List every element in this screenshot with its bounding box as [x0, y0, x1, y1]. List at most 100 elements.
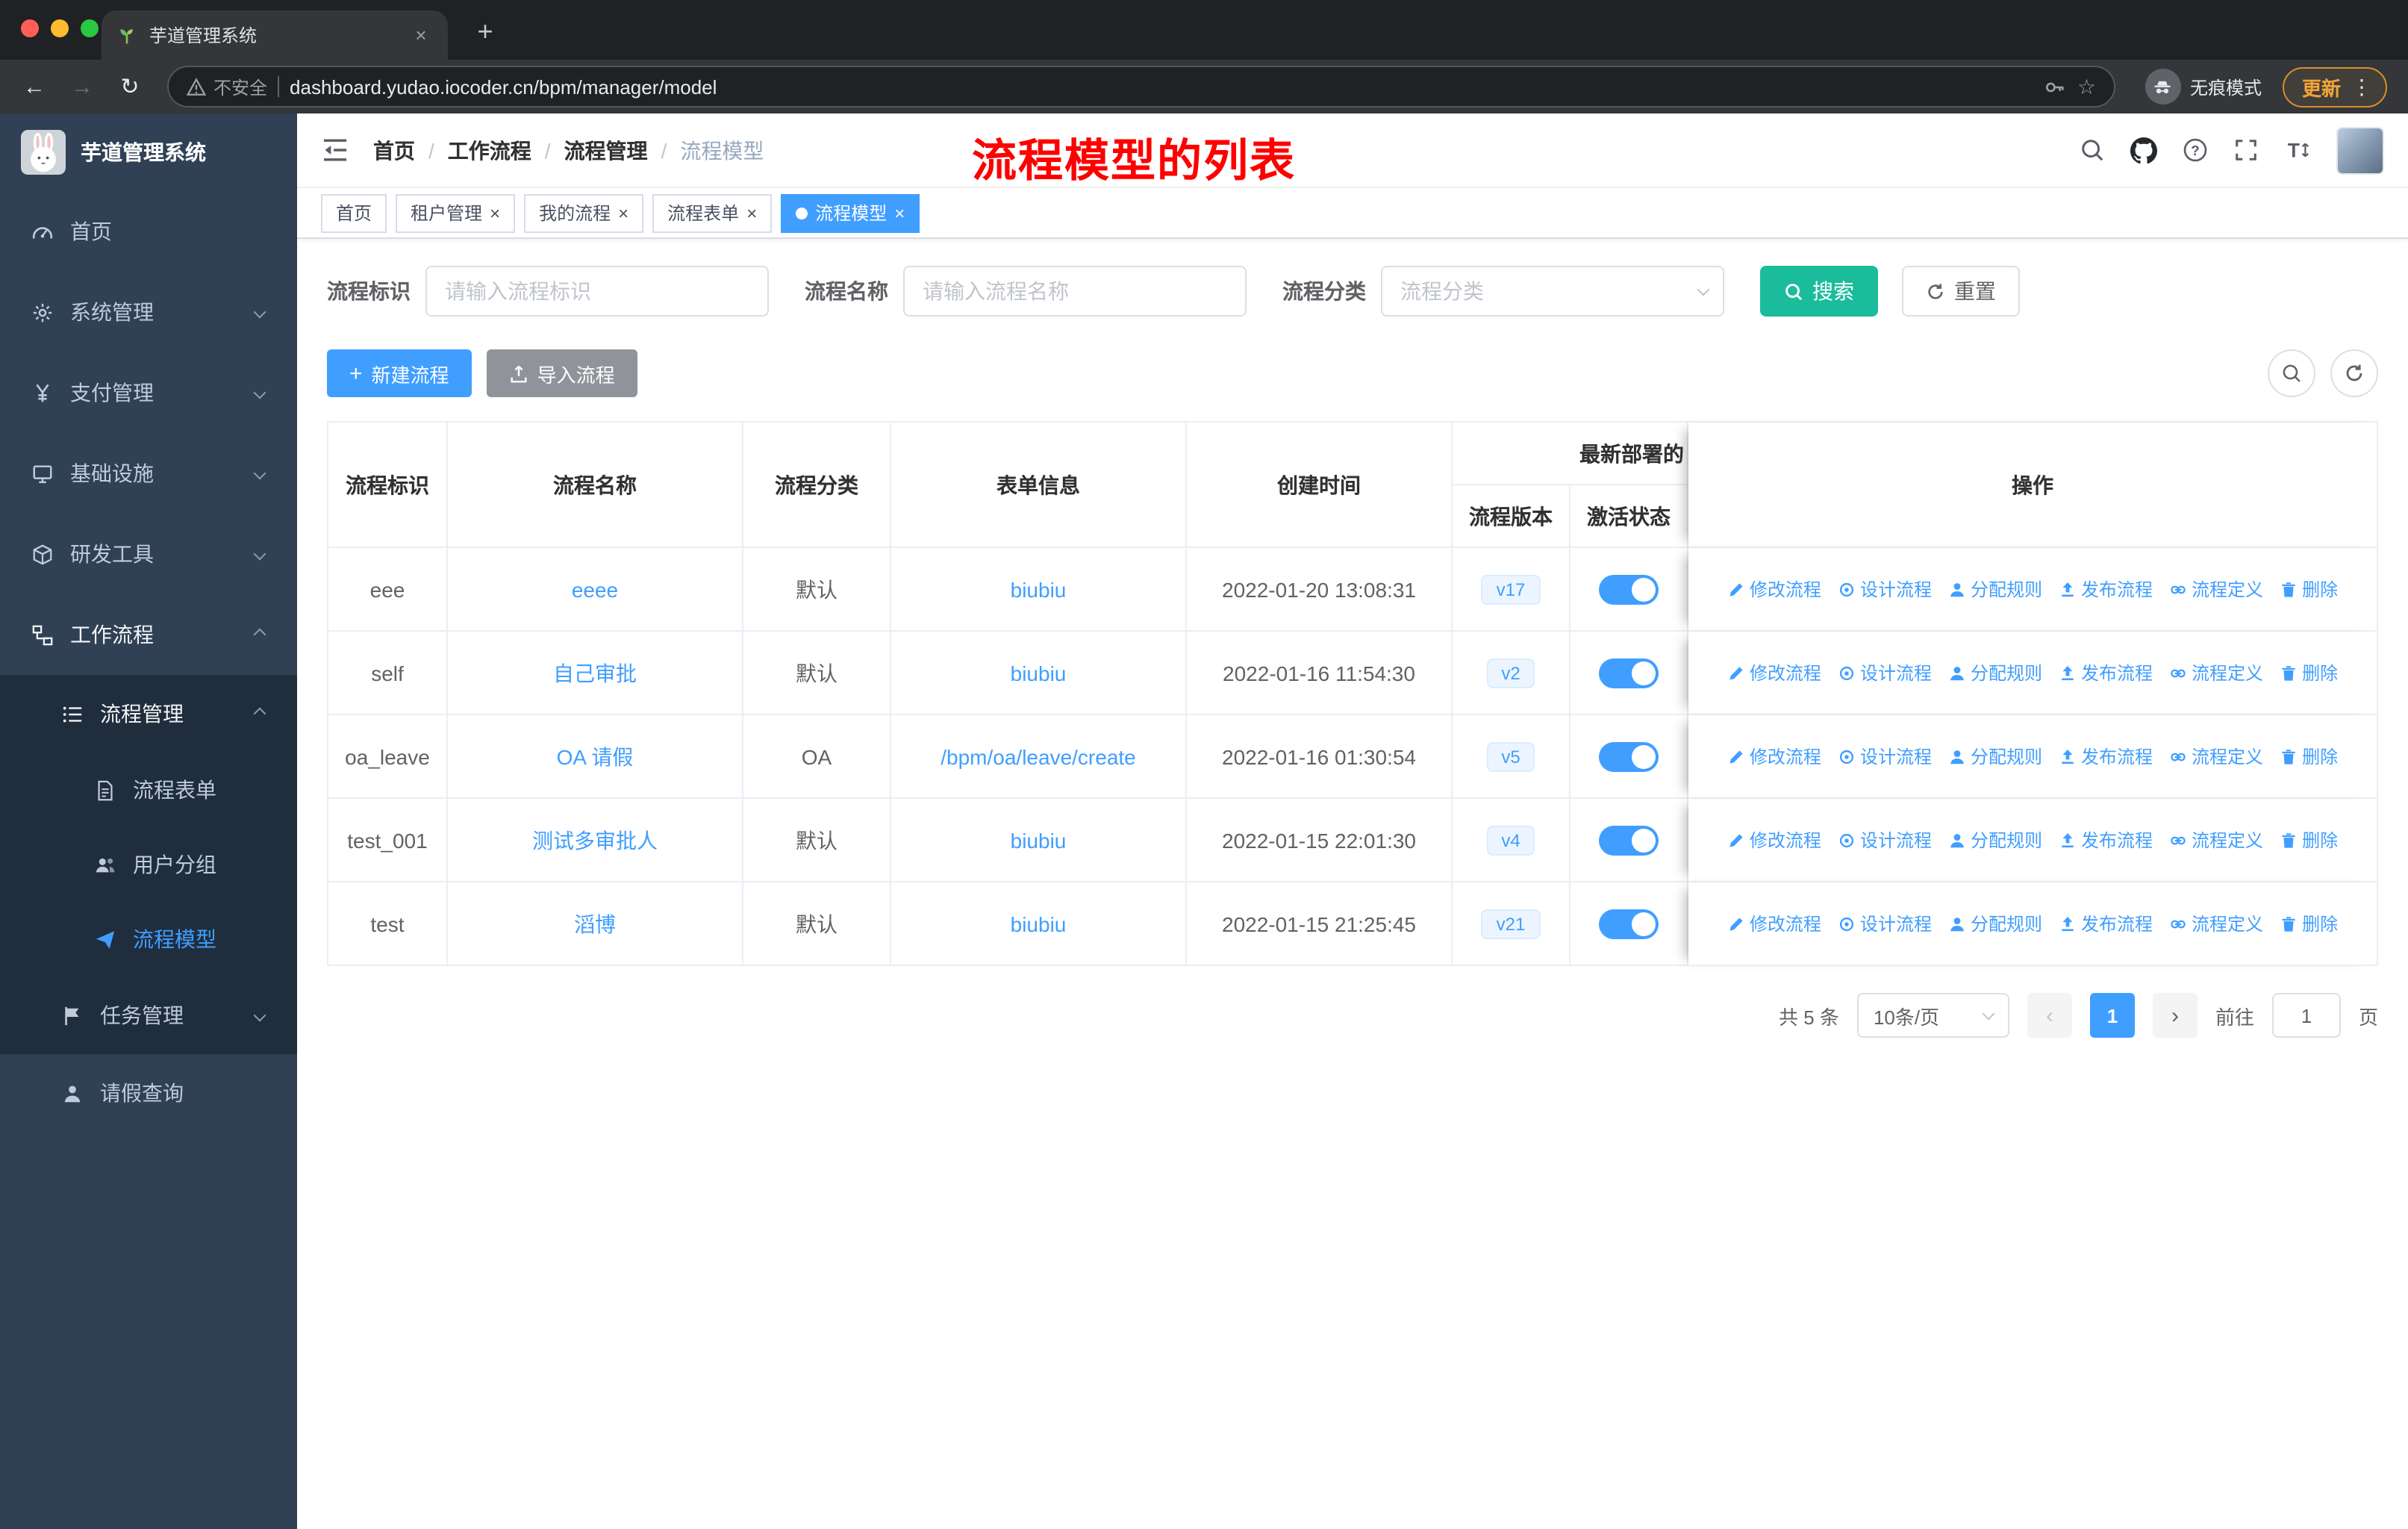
sidebar-item-task-mgmt[interactable]: 任务管理	[0, 977, 297, 1054]
page-number-button[interactable]: 1	[2089, 993, 2135, 1038]
reset-button[interactable]: 重置	[1902, 266, 2020, 317]
sidebar-item-process-mgmt[interactable]: 流程管理	[0, 675, 297, 753]
action-assign-rule[interactable]: 分配规则	[1948, 911, 2042, 936]
action-edit-process[interactable]: 修改流程	[1727, 576, 1821, 602]
sidebar-item-devtools[interactable]: 研发工具	[0, 514, 297, 594]
action-assign-rule[interactable]: 分配规则	[1948, 660, 2042, 685]
create-process-button[interactable]: + 新建流程	[327, 349, 472, 397]
tag-close-icon[interactable]: ×	[490, 204, 500, 222]
breadcrumb-item[interactable]: 工作流程	[448, 135, 531, 165]
tag-home[interactable]: 首页	[321, 193, 387, 232]
model-name-link[interactable]: OA 请假	[557, 744, 634, 768]
action-design-process[interactable]: 设计流程	[1838, 911, 1932, 936]
action-assign-rule[interactable]: 分配规则	[1948, 576, 2042, 602]
action-delete[interactable]: 删除	[2280, 576, 2338, 602]
active-toggle[interactable]	[1599, 574, 1659, 604]
action-edit-process[interactable]: 修改流程	[1727, 827, 1821, 853]
bookmark-star-icon[interactable]: ☆	[2077, 74, 2096, 99]
fullscreen-icon[interactable]	[2233, 137, 2259, 163]
action-design-process[interactable]: 设计流程	[1838, 576, 1932, 602]
sidebar-item-payment[interactable]: 支付管理	[0, 352, 297, 433]
search-button[interactable]: 搜索	[1760, 266, 1878, 317]
action-assign-rule[interactable]: 分配规则	[1948, 744, 2042, 769]
action-assign-rule[interactable]: 分配规则	[1948, 827, 2042, 853]
tag-process-form[interactable]: 流程表单 ×	[652, 193, 773, 232]
github-icon[interactable]	[2130, 137, 2157, 164]
action-design-process[interactable]: 设计流程	[1838, 744, 1932, 769]
maximize-window-button[interactable]	[81, 19, 99, 37]
action-publish-process[interactable]: 发布流程	[2059, 576, 2153, 602]
sidebar-item-infra[interactable]: 基础设施	[0, 433, 297, 514]
process-name-input[interactable]	[903, 266, 1247, 317]
reload-icon[interactable]: ↻	[110, 67, 149, 106]
sidebar-collapse-icon[interactable]	[321, 137, 349, 163]
goto-page-input[interactable]	[2271, 993, 2341, 1038]
action-process-definition[interactable]: 流程定义	[2169, 911, 2263, 936]
sidebar-item-user-group[interactable]: 用户分组	[0, 827, 297, 902]
search-icon[interactable]	[2080, 137, 2105, 163]
tab-close-icon[interactable]: ×	[409, 23, 433, 47]
action-design-process[interactable]: 设计流程	[1838, 827, 1932, 853]
active-toggle[interactable]	[1599, 825, 1659, 855]
sidebar-item-system[interactable]: 系统管理	[0, 272, 297, 352]
forward-icon[interactable]: →	[63, 67, 102, 106]
process-id-input[interactable]	[425, 266, 769, 317]
form-info-link[interactable]: biubiu	[1011, 912, 1067, 935]
prev-page-button[interactable]: ‹	[2027, 993, 2072, 1038]
browser-update-button[interactable]: 更新 ⋮	[2282, 66, 2387, 107]
minimize-window-button[interactable]	[51, 19, 69, 37]
model-name-link[interactable]: 滔博	[574, 912, 616, 935]
action-delete[interactable]: 删除	[2280, 744, 2338, 769]
model-name-link[interactable]: 测试多审批人	[532, 828, 658, 852]
action-delete[interactable]: 删除	[2280, 911, 2338, 936]
tag-close-icon[interactable]: ×	[618, 204, 628, 222]
active-toggle[interactable]	[1599, 658, 1659, 688]
new-tab-button[interactable]: +	[466, 12, 505, 51]
user-avatar[interactable]	[2336, 126, 2384, 174]
action-publish-process[interactable]: 发布流程	[2059, 911, 2153, 936]
model-name-link[interactable]: 自己审批	[553, 661, 637, 685]
help-icon[interactable]: ?	[2183, 137, 2208, 163]
security-warning[interactable]: 不安全	[187, 74, 267, 99]
close-window-button[interactable]	[21, 19, 39, 37]
tag-my-process[interactable]: 我的流程 ×	[524, 193, 644, 232]
form-info-link[interactable]: biubiu	[1011, 828, 1067, 852]
tag-close-icon[interactable]: ×	[746, 204, 757, 222]
action-publish-process[interactable]: 发布流程	[2059, 660, 2153, 685]
action-process-definition[interactable]: 流程定义	[2169, 576, 2263, 602]
sidebar-item-process-form[interactable]: 流程表单	[0, 753, 297, 827]
browser-tab[interactable]: 芋道管理系统 ×	[102, 10, 448, 60]
sidebar-item-workflow[interactable]: 工作流程	[0, 594, 297, 675]
action-publish-process[interactable]: 发布流程	[2059, 827, 2153, 853]
action-edit-process[interactable]: 修改流程	[1727, 660, 1821, 685]
action-delete[interactable]: 删除	[2280, 660, 2338, 685]
active-toggle[interactable]	[1599, 741, 1659, 771]
action-design-process[interactable]: 设计流程	[1838, 660, 1932, 685]
form-info-link[interactable]: biubiu	[1011, 577, 1067, 601]
breadcrumb-item[interactable]: 流程管理	[564, 135, 648, 165]
browser-menu-icon[interactable]: ⋮	[2351, 74, 2372, 99]
url-bar[interactable]: 不安全 dashboard.yudao.iocoder.cn/bpm/manag…	[167, 66, 2115, 108]
action-edit-process[interactable]: 修改流程	[1727, 744, 1821, 769]
back-icon[interactable]: ←	[15, 67, 54, 106]
action-delete[interactable]: 删除	[2280, 827, 2338, 853]
password-key-icon[interactable]	[2044, 75, 2067, 98]
toggle-search-button[interactable]	[2268, 349, 2315, 397]
refresh-table-button[interactable]	[2330, 349, 2378, 397]
import-process-button[interactable]: 导入流程	[486, 349, 637, 397]
breadcrumb-item[interactable]: 首页	[373, 135, 415, 165]
next-page-button[interactable]: ›	[2152, 993, 2198, 1038]
action-publish-process[interactable]: 发布流程	[2059, 744, 2153, 769]
sidebar-item-process-model[interactable]: 流程模型	[0, 902, 297, 977]
model-name-link[interactable]: eeee	[572, 577, 618, 601]
form-info-link[interactable]: /bpm/oa/leave/create	[941, 744, 1136, 768]
action-process-definition[interactable]: 流程定义	[2169, 827, 2263, 853]
page-size-select[interactable]: 10条/页	[1856, 993, 2009, 1038]
sidebar-item-home[interactable]: 首页	[0, 191, 297, 272]
action-process-definition[interactable]: 流程定义	[2169, 744, 2263, 769]
tag-tenant-mgmt[interactable]: 租户管理 ×	[396, 193, 516, 232]
active-toggle[interactable]	[1599, 909, 1659, 938]
action-process-definition[interactable]: 流程定义	[2169, 660, 2263, 685]
sidebar-item-leave-query[interactable]: 请假查询	[0, 1054, 297, 1132]
action-edit-process[interactable]: 修改流程	[1727, 911, 1821, 936]
